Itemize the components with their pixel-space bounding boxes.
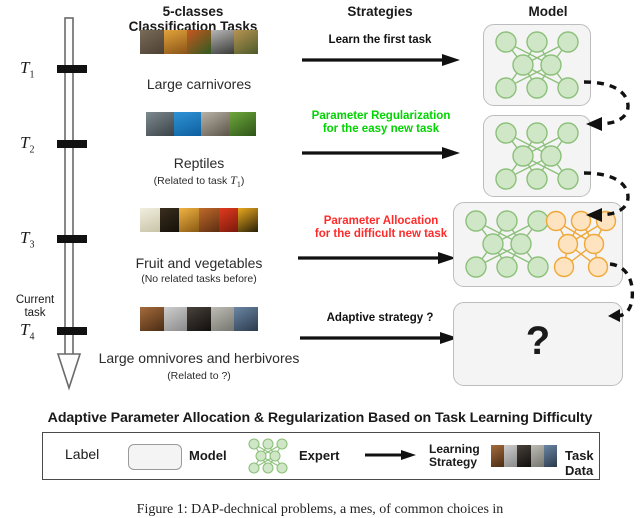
legend-strategy-line2: Strategy [429, 455, 478, 469]
task-note-2-sym: T [230, 173, 237, 187]
task-thumbnails-1 [140, 30, 258, 54]
model-box-2 [483, 115, 591, 197]
task-thumb [163, 30, 188, 54]
expert-network-green-1 [491, 30, 583, 100]
current-task-line1: Current [15, 294, 55, 306]
timeline-label-t2-sub: 2 [29, 144, 35, 156]
strategy-arrow-3 [298, 251, 458, 265]
task-thumb [146, 112, 174, 136]
legend-expert-text: Expert [299, 448, 340, 463]
header-model: Model [528, 4, 568, 19]
strategy-label-1: Learn the first task [300, 34, 460, 47]
task-thumb [228, 112, 256, 136]
task-thumb [140, 30, 164, 54]
model-box-4: ? [453, 302, 623, 386]
task-thumb [199, 208, 219, 232]
transfer-arrow-3to4 [608, 258, 640, 326]
model-question-mark: ? [525, 319, 551, 363]
header-tasks-line1: 5-classes [162, 4, 224, 19]
task-thumb [179, 208, 200, 232]
current-task-caption: Current task [4, 294, 66, 319]
legend-model-swatch [128, 444, 182, 470]
current-task-line2: task [24, 306, 46, 319]
legend-task-thumb [517, 445, 531, 467]
timeline-label-t4: T4 [20, 320, 34, 342]
task-thumb [238, 208, 258, 232]
timeline-label-t3: T3 [20, 228, 34, 250]
legend-box: Label Model Expert Learning Strategy Tas… [42, 432, 600, 480]
task-thumbnails-4 [140, 307, 258, 331]
strategy-label-2-line2: for the easy new task [322, 123, 440, 135]
task-thumb [218, 208, 239, 232]
expert-network-green-3 [461, 209, 553, 279]
task-note-2-prefix: (Related to task [153, 175, 231, 187]
timeline-label-t1-sub: 1 [29, 69, 35, 81]
transfer-arrow-1to2 [582, 72, 640, 134]
strategy-label-3-line2: for the difficult new task [314, 228, 448, 240]
strategy-label-1-line1: Learn the first task [328, 34, 432, 46]
transfer-arrow-2to3 [582, 163, 640, 225]
strategy-arrow-1 [302, 53, 462, 67]
task-name-3: Fruit and vegetables [135, 255, 263, 271]
legend-task-thumb [491, 445, 505, 467]
task-thumb [163, 307, 188, 331]
task-thumb [210, 307, 235, 331]
task-note-4: (Related to ?) [167, 370, 231, 382]
legend-task-thumb [530, 445, 544, 467]
legend-strategy-text: Learning Strategy [429, 443, 480, 469]
legend-model-text: Model [189, 448, 227, 463]
figure-caption: Figure 1: DAP-dechnical problems, a mes,… [136, 502, 504, 517]
legend-label-text: Label [65, 446, 100, 462]
task-thumb [187, 30, 211, 54]
header-strategies: Strategies [347, 4, 413, 19]
legend-strategy-arrow-icon [365, 449, 417, 461]
task-thumb [173, 112, 201, 136]
task-note-3: (No related tasks before) [141, 273, 257, 285]
timeline-label-t2: T2 [20, 133, 34, 155]
task-thumb [140, 307, 164, 331]
task-thumb [159, 208, 180, 232]
task-thumbnails-3 [140, 208, 258, 232]
task-name-4: Large omnivores and herbivores [98, 350, 300, 366]
strategy-arrow-2 [302, 146, 462, 160]
legend-task-thumb [543, 445, 557, 467]
model-box-1 [483, 24, 591, 106]
timeline-label-t1: T1 [20, 58, 34, 80]
task-thumb [234, 307, 258, 331]
banner-title: Adaptive Parameter Allocation & Regulari… [47, 410, 593, 426]
task-thumbnails-2 [146, 112, 256, 136]
task-thumb [210, 30, 235, 54]
legend-taskdata-thumbnails [491, 445, 557, 467]
strategy-label-3: Parameter Allocation for the difficult n… [294, 215, 468, 241]
legend-taskdata-text: Task Data [565, 448, 594, 478]
task-thumb [234, 30, 258, 54]
strategy-label-4: Adaptive strategy ? [300, 312, 460, 325]
timeline-tick-4 [57, 327, 87, 335]
legend-expert-icon [247, 437, 289, 475]
legend-task-thumb [504, 445, 518, 467]
task-note-2: (Related to task T1) [108, 173, 290, 189]
strategy-label-4-line1: Adaptive strategy ? [326, 312, 434, 324]
strategy-label-2: Parameter Regularization for the easy ne… [296, 110, 466, 136]
strategy-label-3-line1: Parameter Allocation [323, 215, 439, 227]
task-thumb [140, 208, 160, 232]
expert-network-green-2 [491, 121, 583, 191]
strategy-label-2-line1: Parameter Regularization [311, 110, 451, 122]
task-name-1: Large carnivores [146, 76, 252, 92]
timeline-tick-1 [57, 65, 87, 73]
task-note-2-suffix: ) [240, 175, 245, 187]
task-thumb [187, 307, 211, 331]
timeline-tick-3 [57, 235, 87, 243]
strategy-arrow-4 [300, 331, 460, 345]
timeline-tick-2 [57, 140, 87, 148]
task-name-2: Reptiles [173, 155, 225, 171]
timeline-label-t4-sub: 4 [29, 331, 35, 343]
timeline-label-t3-sub: 3 [29, 239, 35, 251]
task-thumb [201, 112, 229, 136]
